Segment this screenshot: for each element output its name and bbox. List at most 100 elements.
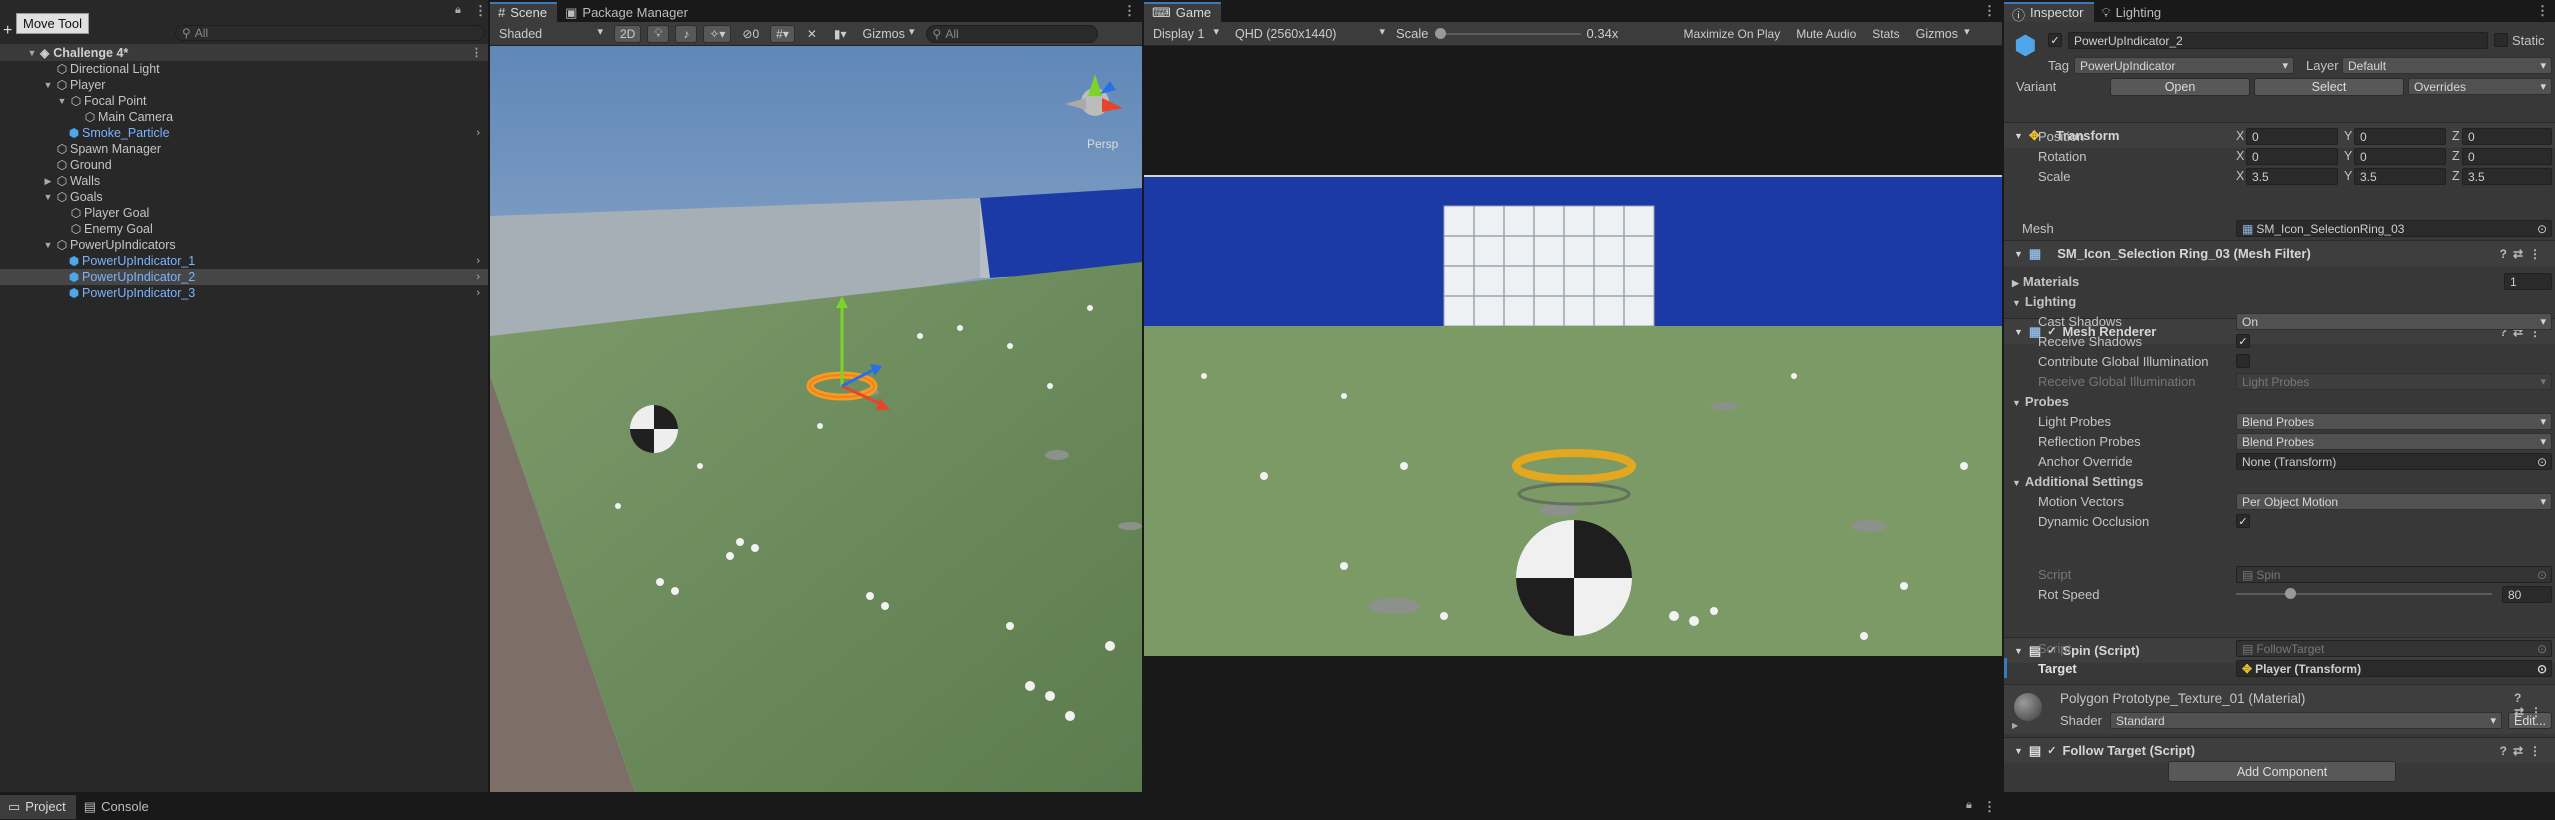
tab-project[interactable]: ▭ Project <box>0 795 76 819</box>
pos-y-label[interactable]: Y <box>2344 129 2352 143</box>
rotation-y-field[interactable]: 0 <box>2354 148 2446 165</box>
hierarchy-item-player[interactable]: ▼ ⬡ Player <box>0 77 488 93</box>
select-prefab-button[interactable]: Select <box>2254 78 2404 96</box>
materials-label[interactable]: ▶ Materials <box>2012 274 2079 289</box>
rotation-z-field[interactable]: 0 <box>2462 148 2552 165</box>
scene-root-row[interactable]: ▼ ◈ Challenge 4* ⋮ <box>0 44 488 61</box>
hierarchy-item-directional-light[interactable]: ⬡ Directional Light <box>0 61 488 77</box>
persp-label[interactable]: Persp <box>1087 137 1119 151</box>
rot-y-label[interactable]: Y <box>2344 149 2352 163</box>
position-x-field[interactable]: 0 <box>2246 128 2338 145</box>
tab-inspector[interactable]: ⓘ Inspector <box>2004 2 2094 23</box>
anchor-override-field[interactable]: None (Transform) ⊙ <box>2236 453 2552 470</box>
mute-audio-toggle[interactable]: Mute Audio <box>1791 24 1862 43</box>
hierarchy-item-main-camera[interactable]: ⬡ Main Camera <box>0 109 488 125</box>
component-icons[interactable]: ?⇄⋮ <box>2500 744 2547 758</box>
expand-arrow-icon[interactable]: ▼ <box>42 80 54 90</box>
additional-settings-section[interactable]: ▼ Additional Settings <box>2012 474 2143 489</box>
audio-toggle-icon[interactable]: ♪ <box>675 24 698 43</box>
target-field[interactable]: ✥ Player (Transform) ⊙ <box>2236 660 2552 677</box>
scale-z-label[interactable]: Z <box>2452 169 2460 183</box>
scene-menu-icon[interactable]: ⋮ <box>471 46 482 59</box>
hierarchy-item-powerupindicators[interactable]: ▼ ⬡ PowerUpIndicators <box>0 237 488 253</box>
active-checkbox[interactable]: ✓ <box>2048 33 2062 47</box>
expand-arrow-icon[interactable]: ▼ <box>26 48 38 58</box>
component-icons[interactable]: ?⇄⋮ <box>2514 691 2555 719</box>
cast-shadows-dropdown[interactable]: On <box>2236 313 2552 330</box>
hierarchy-item-goals[interactable]: ▼ ⬡ Goals <box>0 189 488 205</box>
rotation-x-field[interactable]: 0 <box>2246 148 2338 165</box>
expand-arrow-icon[interactable]: ▼ <box>56 96 68 106</box>
game-viewport[interactable] <box>1144 46 2002 792</box>
pos-z-label[interactable]: Z <box>2452 129 2460 143</box>
motion-vectors-dropdown[interactable]: Per Object Motion <box>2236 493 2552 510</box>
layer-dropdown[interactable]: Default <box>2342 57 2552 74</box>
grid-toggle-icon[interactable]: #▾ <box>770 24 795 43</box>
overrides-dropdown[interactable]: Overrides <box>2408 78 2552 95</box>
target-picker-icon[interactable]: ⊙ <box>2537 222 2547 236</box>
lock-icon[interactable]: 🔒︎ <box>455 4 461 17</box>
resolution-dropdown[interactable]: QHD (2560x1440) <box>1230 24 1390 43</box>
static-checkbox[interactable] <box>2494 33 2508 47</box>
hierarchy-item-powerupindicator-1[interactable]: ⬢ PowerUpIndicator_1 › <box>0 253 488 269</box>
open-prefab-button[interactable]: Open <box>2110 78 2250 96</box>
hierarchy-menu-icon[interactable]: ⋮ <box>474 3 487 19</box>
scale-y-label[interactable]: Y <box>2344 169 2352 183</box>
fold-arrow-icon[interactable]: ▼ <box>2014 131 2023 141</box>
scene-viewport[interactable]: Persp <box>490 46 1142 792</box>
hierarchy-item-ground[interactable]: ⬡ Ground <box>0 157 488 173</box>
rot-speed-field[interactable]: 80 <box>2502 586 2552 603</box>
inspector-menu-icon[interactable]: ⋮ <box>2536 3 2549 19</box>
fold-arrow-icon[interactable]: ▼ <box>2014 746 2023 756</box>
shader-dropdown[interactable]: Standard <box>2110 712 2502 729</box>
object-name-field[interactable]: PowerUpIndicator_2 <box>2068 32 2488 49</box>
tag-dropdown[interactable]: PowerUpIndicator <box>2074 57 2294 74</box>
scale-z-field[interactable]: 3.5 <box>2462 168 2552 185</box>
mesh-field[interactable]: ▦ SM_Icon_SelectionRing_03 ⊙ <box>2236 220 2552 237</box>
lighting-section[interactable]: ▼ Lighting <box>2012 294 2076 309</box>
fold-arrow-icon[interactable]: ▼ <box>2014 646 2023 656</box>
scale-y-field[interactable]: 3.5 <box>2354 168 2446 185</box>
chevron-right-icon[interactable]: › <box>476 271 480 283</box>
lighting-toggle-icon[interactable]: 💡︎ <box>647 24 670 43</box>
component-icons[interactable]: ?⇄⋮ <box>2500 247 2547 261</box>
pos-x-label[interactable]: X <box>2236 129 2244 143</box>
display-dropdown[interactable]: Display 1 <box>1148 24 1224 43</box>
hidden-objects-toggle[interactable]: ⊘ 0 <box>737 24 765 43</box>
position-z-field[interactable]: 0 <box>2462 128 2552 145</box>
gizmos-dropdown[interactable]: Gizmos <box>1910 24 1975 43</box>
rot-x-label[interactable]: X <box>2236 149 2244 163</box>
hierarchy-item-powerupindicator-2[interactable]: ⬢ PowerUpIndicator_2 › <box>0 269 488 285</box>
chevron-right-icon[interactable]: › <box>476 127 480 139</box>
collapse-arrow-icon[interactable]: ▶ <box>42 176 54 187</box>
hierarchy-item-spawn-manager[interactable]: ⬡ Spawn Manager <box>0 141 488 157</box>
expand-arrow-icon[interactable]: ▼ <box>2012 478 2021 488</box>
slider-thumb[interactable] <box>1434 27 1446 39</box>
bottom-menu-icon[interactable]: ⋮ <box>1983 799 1996 815</box>
expand-arrow-icon[interactable]: ▼ <box>42 240 54 250</box>
camera-toggle-icon[interactable]: ▮▾ <box>828 24 852 43</box>
expand-arrow-icon[interactable]: ▼ <box>2012 398 2021 408</box>
tab-console[interactable]: ▤ Console <box>76 795 159 819</box>
hierarchy-item-focal-point[interactable]: ▼ ⬡ Focal Point <box>0 93 488 109</box>
tab-game[interactable]: ⌨︎ Game <box>1144 2 1222 22</box>
slider-thumb[interactable] <box>2285 588 2296 599</box>
hierarchy-item-enemy-goal[interactable]: ⬡ Enemy Goal <box>0 221 488 237</box>
receive-shadows-checkbox[interactable]: ✓ <box>2236 334 2250 348</box>
target-picker-icon[interactable]: ⊙ <box>2537 662 2547 676</box>
target-picker-icon[interactable]: ⊙ <box>2537 455 2547 469</box>
gizmos-dropdown[interactable]: Gizmos <box>857 24 920 43</box>
rot-speed-slider[interactable] <box>2236 587 2492 601</box>
scale-x-field[interactable]: 3.5 <box>2246 168 2338 185</box>
game-menu-icon[interactable]: ⋮ <box>1983 3 1996 19</box>
collapse-arrow-icon[interactable]: ▶ <box>2012 278 2019 288</box>
tab-lighting[interactable]: 💡︎ Lighting <box>2094 2 2172 22</box>
rot-z-label[interactable]: Z <box>2452 149 2460 163</box>
expand-arrow-icon[interactable]: ▼ <box>42 192 54 202</box>
fold-arrow-icon[interactable]: ▼ <box>2014 327 2023 337</box>
materials-count-field[interactable]: 1 <box>2504 273 2552 290</box>
hierarchy-item-powerupindicator-3[interactable]: ⬢ PowerUpIndicator_3 › <box>0 285 488 301</box>
hierarchy-search-input[interactable]: ⚲ All <box>175 25 485 41</box>
light-probes-dropdown[interactable]: Blend Probes <box>2236 413 2552 430</box>
chevron-right-icon[interactable]: › <box>476 287 480 299</box>
